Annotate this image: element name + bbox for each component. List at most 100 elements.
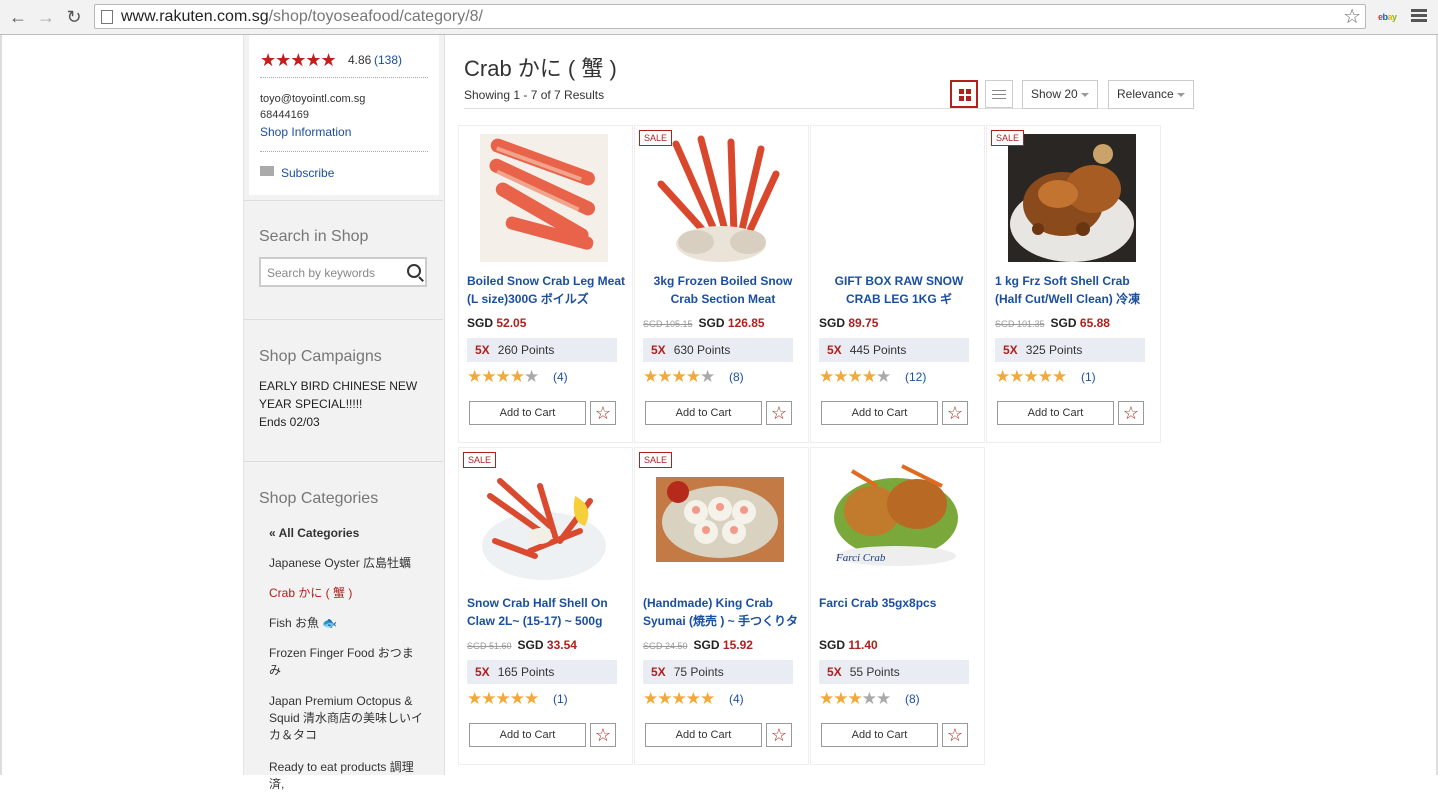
shop-rating-stars-icon: ★★★★★ bbox=[260, 50, 337, 70]
product-card-3[interactable]: GIFT BOX RAW SNOW CRAB LEG 1KG ギ SGD 89.… bbox=[810, 125, 985, 443]
review-count[interactable]: (1) bbox=[1081, 370, 1096, 384]
product-name[interactable]: 1 kg Frz Soft Shell Crab (Half Cut/Well … bbox=[995, 272, 1155, 308]
url-domain: www.rakuten.com.sg bbox=[121, 8, 269, 25]
review-count[interactable]: (4) bbox=[553, 370, 568, 384]
product-price: SGD 11.40 bbox=[819, 638, 878, 652]
shop-rating-value: 4.86 bbox=[348, 53, 372, 67]
chevron-down-icon bbox=[1080, 92, 1089, 97]
shop-campaigns-title: Shop Campaigns bbox=[259, 348, 382, 365]
product-card-1[interactable]: Boiled Snow Crab Leg Meat (L size)300G ボ… bbox=[458, 125, 633, 443]
browser-toolbar: ← → ↻ www.rakuten.com.sg/shop/toyoseafoo… bbox=[0, 0, 1438, 35]
address-bar[interactable]: www.rakuten.com.sg/shop/toyoseafood/cate… bbox=[94, 4, 1366, 29]
product-card-2[interactable]: SALE 3kg Frozen Boiled Snow Crab Section… bbox=[634, 125, 809, 443]
review-count[interactable]: (8) bbox=[729, 370, 744, 384]
add-to-cart-button[interactable]: Add to Cart bbox=[821, 401, 938, 425]
add-to-cart-button[interactable]: Add to Cart bbox=[469, 723, 586, 747]
product-card-7[interactable]: Farci Crab Farci Crab 35gx8pcs SGD 11.40… bbox=[810, 447, 985, 765]
points-value: 75 Points bbox=[673, 665, 724, 679]
favorite-star-icon[interactable]: ☆ bbox=[942, 723, 968, 747]
product-name[interactable]: (Handmade) King Crab Syumai (焼売 ) ~ 手つくり… bbox=[643, 594, 803, 630]
old-price: SGD 101.35 bbox=[995, 319, 1045, 329]
divider bbox=[243, 319, 443, 320]
points-badge: 5X 325 Points bbox=[995, 338, 1145, 362]
product-image[interactable] bbox=[1008, 134, 1136, 262]
points-value: 325 Points bbox=[1025, 343, 1083, 357]
shop-categories-title: Shop Categories bbox=[259, 490, 379, 507]
price-currency: SGD bbox=[467, 316, 494, 330]
reload-icon[interactable]: ↻ bbox=[64, 7, 84, 27]
favorite-star-icon[interactable]: ☆ bbox=[590, 723, 616, 747]
forward-arrow-icon[interactable]: → bbox=[36, 7, 56, 27]
product-name[interactable]: 3kg Frozen Boiled Snow Crab Section Meat bbox=[643, 272, 803, 308]
price-currency: SGD bbox=[1050, 316, 1077, 330]
campaign-text-line1[interactable]: EARLY BIRD CHINESE NEW bbox=[259, 377, 417, 395]
favorite-star-icon[interactable]: ☆ bbox=[766, 401, 792, 425]
product-card-5[interactable]: SALE Snow Crab Half Shell On Claw 2L~ (1… bbox=[458, 447, 633, 765]
product-image[interactable] bbox=[480, 456, 608, 584]
add-to-cart-button[interactable]: Add to Cart bbox=[645, 401, 762, 425]
points-multiplier: 5X bbox=[651, 665, 666, 679]
category-crab[interactable]: Crab かに ( 蟹 ) bbox=[269, 585, 429, 602]
product-image[interactable] bbox=[656, 134, 784, 262]
shop-information-link[interactable]: Shop Information bbox=[260, 125, 351, 139]
search-icon[interactable] bbox=[407, 264, 421, 278]
shop-search-input[interactable] bbox=[265, 265, 407, 281]
product-name[interactable]: Boiled Snow Crab Leg Meat (L size)300G ボ… bbox=[467, 272, 627, 308]
back-arrow-icon[interactable]: ← bbox=[8, 7, 28, 27]
product-image[interactable] bbox=[832, 134, 960, 262]
sort-dropdown[interactable]: Relevance bbox=[1108, 80, 1194, 109]
review-count[interactable]: (12) bbox=[905, 370, 926, 384]
add-to-cart-button[interactable]: Add to Cart bbox=[821, 723, 938, 747]
bookmark-star-icon[interactable]: ☆ bbox=[1343, 6, 1361, 28]
ebay-extension-icon[interactable]: ebay bbox=[1378, 12, 1397, 22]
grid-view-icon[interactable] bbox=[950, 80, 978, 108]
points-value: 445 Points bbox=[849, 343, 907, 357]
url-text: www.rakuten.com.sg/shop/toyoseafood/cate… bbox=[121, 8, 483, 26]
product-price: SGD 105.15 SGD 126.85 bbox=[643, 316, 765, 330]
sort-label: Relevance bbox=[1117, 87, 1174, 101]
search-in-shop-title: Search in Shop bbox=[259, 228, 369, 245]
show-count-dropdown[interactable]: Show 20 bbox=[1022, 80, 1098, 109]
subscribe-link[interactable]: Subscribe bbox=[281, 166, 334, 180]
campaign-text-line2[interactable]: YEAR SPECIAL!!!!! bbox=[259, 395, 362, 413]
category-fish[interactable]: Fish お魚 🐟 bbox=[269, 615, 429, 632]
favorite-star-icon[interactable]: ☆ bbox=[942, 401, 968, 425]
product-name[interactable]: Snow Crab Half Shell On Claw 2L~ (15-17)… bbox=[467, 594, 627, 630]
product-name[interactable]: Farci Crab 35gx8pcs bbox=[819, 594, 979, 630]
category-all[interactable]: « All Categories bbox=[269, 525, 429, 542]
product-image[interactable]: Farci Crab bbox=[832, 456, 960, 584]
add-to-cart-button[interactable]: Add to Cart bbox=[997, 401, 1114, 425]
list-view-icon[interactable] bbox=[985, 80, 1013, 108]
points-multiplier: 5X bbox=[827, 343, 842, 357]
review-count[interactable]: (1) bbox=[553, 692, 568, 706]
divider bbox=[260, 151, 428, 152]
product-image[interactable] bbox=[656, 456, 784, 584]
category-ready-to-eat[interactable]: Ready to eat products 調理済, bbox=[269, 759, 429, 793]
product-card-6[interactable]: SALE (Handmade) King Crab Syumai (焼売 ) ~… bbox=[634, 447, 809, 765]
points-badge: 5X 260 Points bbox=[467, 338, 617, 362]
review-count[interactable]: (4) bbox=[729, 692, 744, 706]
favorite-star-icon[interactable]: ☆ bbox=[1118, 401, 1144, 425]
product-name[interactable]: GIFT BOX RAW SNOW CRAB LEG 1KG ギ bbox=[819, 272, 979, 308]
shop-rating-count[interactable]: (138) bbox=[374, 53, 402, 67]
points-value: 165 Points bbox=[497, 665, 555, 679]
favorite-star-icon[interactable]: ☆ bbox=[766, 723, 792, 747]
sale-badge: SALE bbox=[991, 130, 1025, 146]
product-card-4[interactable]: SALE 1 kg Frz Soft Shell Crab (Half Cut/… bbox=[986, 125, 1161, 443]
add-to-cart-button[interactable]: Add to Cart bbox=[645, 723, 762, 747]
shop-email: toyo@toyointl.com.sg bbox=[260, 93, 366, 105]
product-image[interactable] bbox=[480, 134, 608, 262]
favorite-star-icon[interactable]: ☆ bbox=[590, 401, 616, 425]
category-japanese-oyster[interactable]: Japanese Oyster 広島牡蠣 bbox=[269, 555, 429, 572]
points-multiplier: 5X bbox=[475, 665, 490, 679]
review-count[interactable]: (8) bbox=[905, 692, 920, 706]
image-caption-farci-crab: Farci Crab bbox=[835, 552, 886, 564]
category-frozen-finger-food[interactable]: Frozen Finger Food おつまみ bbox=[269, 645, 414, 679]
rating-stars-icon: ★★★★★ bbox=[819, 689, 891, 708]
results-count: Showing 1 - 7 of 7 Results bbox=[464, 88, 605, 102]
rating-stars-icon: ★★★★★ bbox=[467, 689, 539, 708]
category-octopus-squid[interactable]: Japan Premium Octopus & Squid 清水商店の美味しいイ… bbox=[269, 693, 427, 744]
browser-menu-icon[interactable] bbox=[1411, 9, 1427, 23]
add-to-cart-button[interactable]: Add to Cart bbox=[469, 401, 586, 425]
points-badge: 5X 445 Points bbox=[819, 338, 969, 362]
